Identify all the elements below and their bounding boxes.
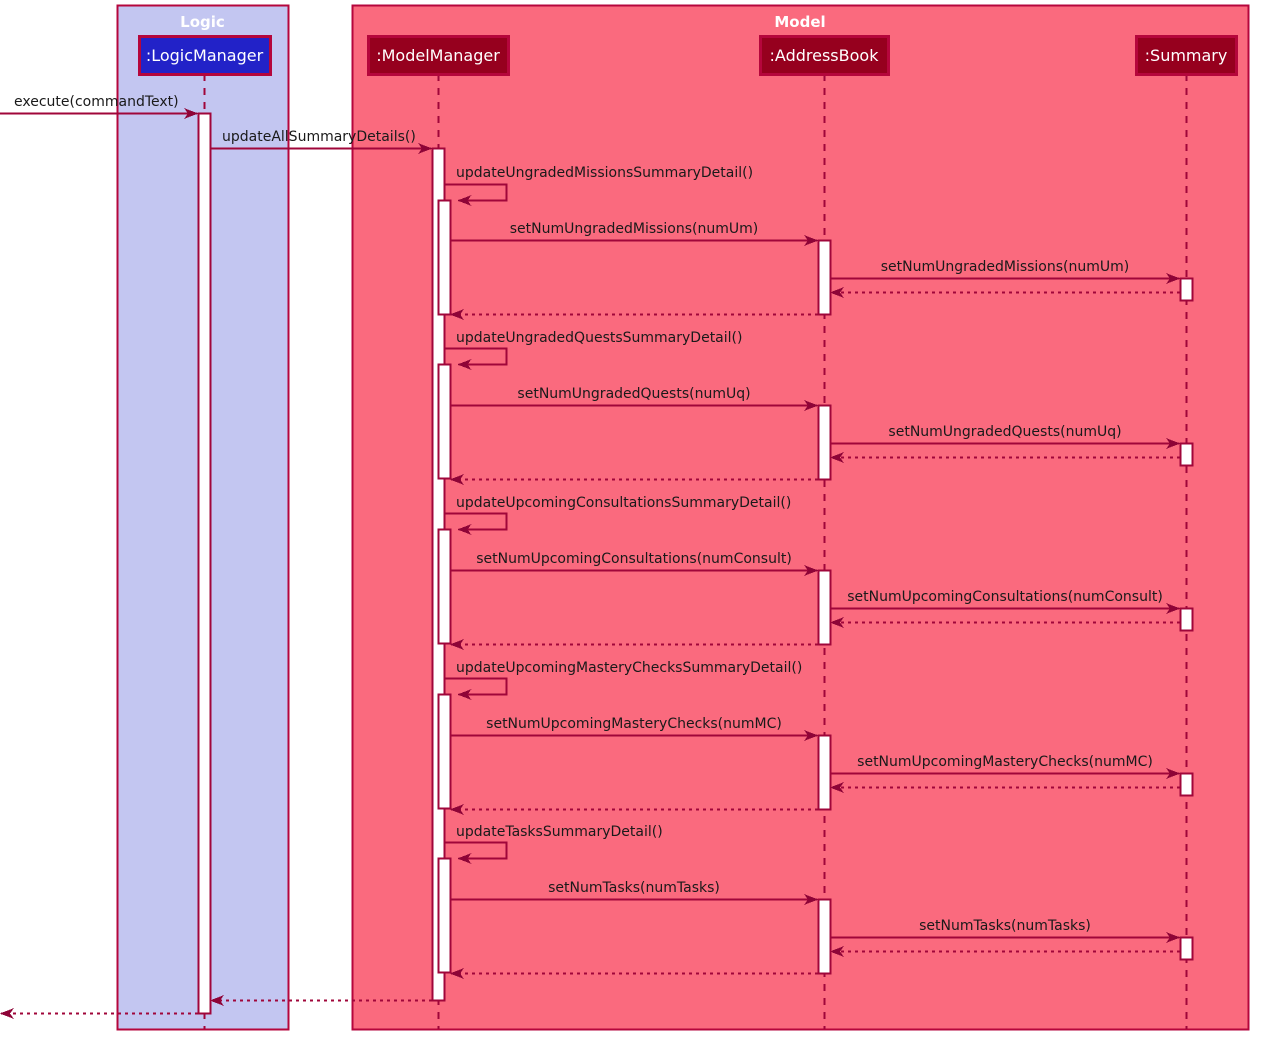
participant-modelmanager[interactable]: :ModelManager [367, 35, 510, 76]
participant-addressbook[interactable]: :AddressBook [759, 35, 890, 76]
activation-bar-modelmanager [437, 363, 452, 480]
package-box [351, 4, 1250, 1031]
message-label: setNumUngradedMissions(numUm) [510, 221, 758, 237]
participant-label: :ModelManager [376, 46, 500, 65]
package-layer: Logic Model [116, 4, 1250, 1031]
participant-label: :LogicManager [146, 46, 264, 65]
activation-bar-summary [1179, 772, 1194, 797]
message-label: setNumTasks(numTasks) [548, 880, 720, 896]
activation-bar-addressbook [817, 239, 832, 316]
message-label: setNumUpcomingConsultations(numConsult) [847, 589, 1163, 605]
activation-bar-summary [1179, 277, 1194, 302]
participant-label: :AddressBook [770, 46, 880, 65]
message-label: setNumUngradedQuests(numUq) [888, 424, 1121, 440]
activation-bar-modelmanager [437, 857, 452, 974]
activation-bar-addressbook [817, 569, 832, 646]
message-label: setNumUpcomingConsultations(numConsult) [476, 551, 792, 567]
participant-label: :Summary [1145, 46, 1228, 65]
activation-bar-modelmanager [437, 693, 452, 810]
message-label: setNumUpcomingMasteryChecks(numMC) [486, 716, 782, 732]
activation-bar-modelmanager [437, 199, 452, 316]
package-model: Model [351, 4, 1250, 1031]
message-label: updateUngradedMissionsSummaryDetail() [456, 165, 753, 181]
activation-bar-summary [1179, 607, 1194, 632]
package-title: Logic [180, 13, 225, 31]
message-label: setNumTasks(numTasks) [919, 918, 1091, 934]
activation-bar-summary [1179, 936, 1194, 961]
participant-summary[interactable]: :Summary [1135, 35, 1238, 76]
message-label: updateUpcomingMasteryChecksSummaryDetail… [456, 660, 802, 676]
message-label: updateAllSummaryDetails() [222, 129, 416, 145]
message-label: setNumUpcomingMasteryChecks(numMC) [857, 754, 1153, 770]
message-label: updateUpcomingConsultationsSummaryDetail… [456, 495, 791, 511]
message-label: execute(commandText) [14, 94, 179, 110]
message-label: setNumUngradedQuests(numUq) [517, 386, 750, 402]
message-label: setNumUngradedMissions(numUm) [881, 259, 1129, 275]
activation-bar-addressbook [817, 404, 832, 481]
activation-bar-modelmanager [437, 528, 452, 645]
activation-bar-summary [1179, 442, 1194, 467]
activation-bar-addressbook [817, 898, 832, 975]
package-title: Model [774, 13, 825, 31]
message-label: updateUngradedQuestsSummaryDetail() [456, 330, 742, 346]
activation-bar-logicmanager [197, 112, 212, 1015]
message-label: updateTasksSummaryDetail() [456, 824, 663, 840]
participant-logicmanager[interactable]: :LogicManager [138, 35, 272, 76]
activation-bar-addressbook [817, 734, 832, 811]
sequence-diagram-svg: Logic Model :LogicManager :ModelManager :Ad… [0, 4, 1250, 1031]
sequence-diagram-canvas: Logic Model :LogicManager :ModelManager :Ad… [0, 0, 1261, 1049]
